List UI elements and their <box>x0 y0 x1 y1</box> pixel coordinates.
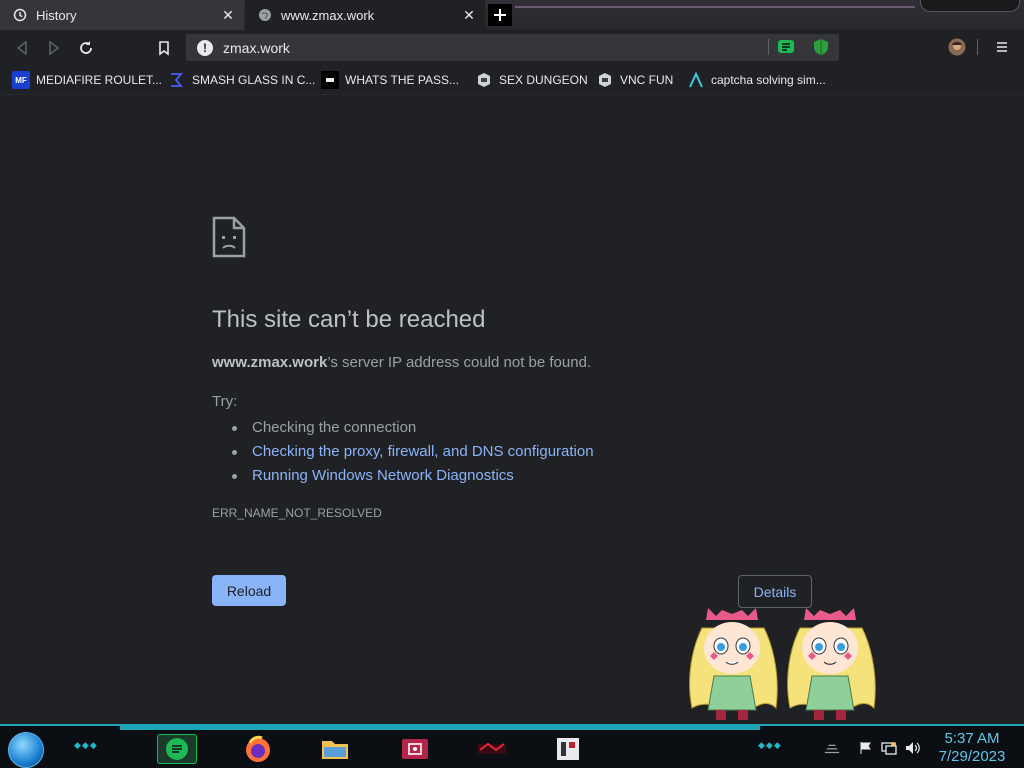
flag-icon[interactable] <box>858 740 874 756</box>
firefox-icon <box>246 735 270 762</box>
shield-extension-icon[interactable] <box>812 38 830 56</box>
tabstrip-decoration <box>920 0 1020 12</box>
pixel-app-icon <box>557 738 579 760</box>
taskbar-app[interactable] <box>472 734 512 764</box>
error-message: www.zmax.work’s server IP address could … <box>212 354 591 371</box>
network-icon[interactable] <box>881 740 897 756</box>
list-item[interactable]: Checking the proxy, firewall, and DNS co… <box>232 440 594 464</box>
tab-history[interactable]: History ✕ <box>0 0 244 30</box>
vnc-icon <box>596 71 614 89</box>
bookmark-icon <box>159 40 169 56</box>
sad-page-icon <box>212 216 246 258</box>
close-icon[interactable]: ✕ <box>220 7 236 23</box>
tab-strip: History ✕ www.zmax.work ✕ <box>0 0 1024 30</box>
list-item[interactable]: Running Windows Network Diagnostics <box>232 464 594 488</box>
bookmark-item[interactable]: SMASH GLASS IN C... <box>168 70 315 90</box>
tab-zmax[interactable]: www.zmax.work ✕ <box>245 0 485 30</box>
cartoon-character-sticker <box>689 608 778 720</box>
suggestion-list: Checking the connection Checking the pro… <box>232 416 594 488</box>
taskbar-app[interactable] <box>395 734 435 764</box>
error-host: www.zmax.work <box>212 354 328 371</box>
url-text[interactable]: zmax.work <box>223 40 839 56</box>
back-icon <box>16 41 27 55</box>
mediafire-icon: MF <box>12 71 30 89</box>
bullet-icon <box>232 449 237 455</box>
bookmark-button[interactable] <box>154 38 174 58</box>
taskbar-decoration <box>120 726 760 730</box>
system-clock[interactable]: 5:37 AM 7/29/2023 <box>930 730 1014 766</box>
refresh-icon <box>80 41 92 54</box>
try-label: Try: <box>212 393 238 410</box>
tab-title: History <box>36 7 77 23</box>
taskbar-chat-app[interactable] <box>157 734 197 764</box>
chat-extension-icon[interactable] <box>777 38 795 56</box>
cartoon-character-sticker <box>787 608 876 720</box>
media-app-icon <box>402 739 428 759</box>
clock-date: 7/29/2023 <box>938 748 1006 765</box>
reload-nav-button[interactable] <box>76 38 96 58</box>
bookmarks-bar: MF MEDIAFIRE ROULET... SMASH GLASS IN C.… <box>0 65 1024 95</box>
back-button[interactable] <box>12 38 32 58</box>
separator <box>768 39 769 55</box>
game-app-icon <box>478 742 506 754</box>
dungeon-icon <box>475 71 493 89</box>
list-item: Checking the connection <box>232 416 594 440</box>
separator <box>977 39 978 55</box>
volume-icon[interactable] <box>905 740 921 756</box>
bookmark-item[interactable]: WHATS THE PASS... <box>321 70 459 90</box>
bookmark-item[interactable]: SEX DUNGEON <box>475 70 588 90</box>
globe-icon <box>257 7 273 23</box>
new-tab-button[interactable] <box>488 4 512 26</box>
plus-icon <box>494 9 506 21</box>
address-bar[interactable]: ! zmax.work <box>186 34 839 61</box>
forward-button[interactable] <box>44 38 64 58</box>
menu-icon[interactable] <box>993 38 1011 56</box>
suggestion-diagnostics-link[interactable]: Running Windows Network Diagnostics <box>252 466 514 486</box>
clock-time: 5:37 AM <box>944 730 1000 747</box>
taskbar: ◆◆◆ ◆◆◆ 5:37 AM 7/29/2023 <box>0 724 1024 768</box>
start-button[interactable] <box>8 732 44 768</box>
suggestion-proxy-link[interactable]: Checking the proxy, firewall, and DNS co… <box>252 442 594 462</box>
bookmark-item[interactable]: captcha solving sim... <box>687 70 826 90</box>
error-message-tail: ’s server IP address could not be found. <box>327 354 592 371</box>
history-icon <box>12 7 28 23</box>
taskbar-decoration: ◆◆◆ <box>758 740 782 750</box>
taskbar-file-explorer[interactable] <box>315 734 355 764</box>
captcha-icon <box>687 71 705 89</box>
error-title: This site can’t be reached <box>212 306 486 333</box>
folder-icon <box>322 741 348 759</box>
error-code: ERR_NAME_NOT_RESOLVED <box>212 506 382 520</box>
reload-button[interactable]: Reload <box>212 575 286 606</box>
bookmark-item[interactable]: VNC FUN <box>596 70 673 90</box>
bookmark-item[interactable]: MF MEDIAFIRE ROULET... <box>12 70 162 90</box>
pass-icon <box>321 71 339 89</box>
tabstrip-decoration <box>515 6 915 8</box>
toolbar: ! zmax.work <box>0 30 1024 65</box>
bullet-icon <box>232 473 237 479</box>
show-desktop-icon[interactable] <box>824 740 840 756</box>
chat-app-icon <box>166 738 188 760</box>
smash-icon <box>168 71 186 89</box>
taskbar-firefox[interactable] <box>238 734 278 764</box>
bullet-icon <box>232 425 237 431</box>
close-icon[interactable]: ✕ <box>461 7 477 23</box>
taskbar-decoration: ◆◆◆ <box>74 740 98 750</box>
suggestion-connection: Checking the connection <box>252 419 417 436</box>
forward-icon <box>49 41 60 55</box>
info-icon[interactable]: ! <box>197 39 213 56</box>
tab-title: www.zmax.work <box>281 7 375 23</box>
avatar[interactable] <box>948 38 966 56</box>
taskbar-app[interactable] <box>548 734 588 764</box>
